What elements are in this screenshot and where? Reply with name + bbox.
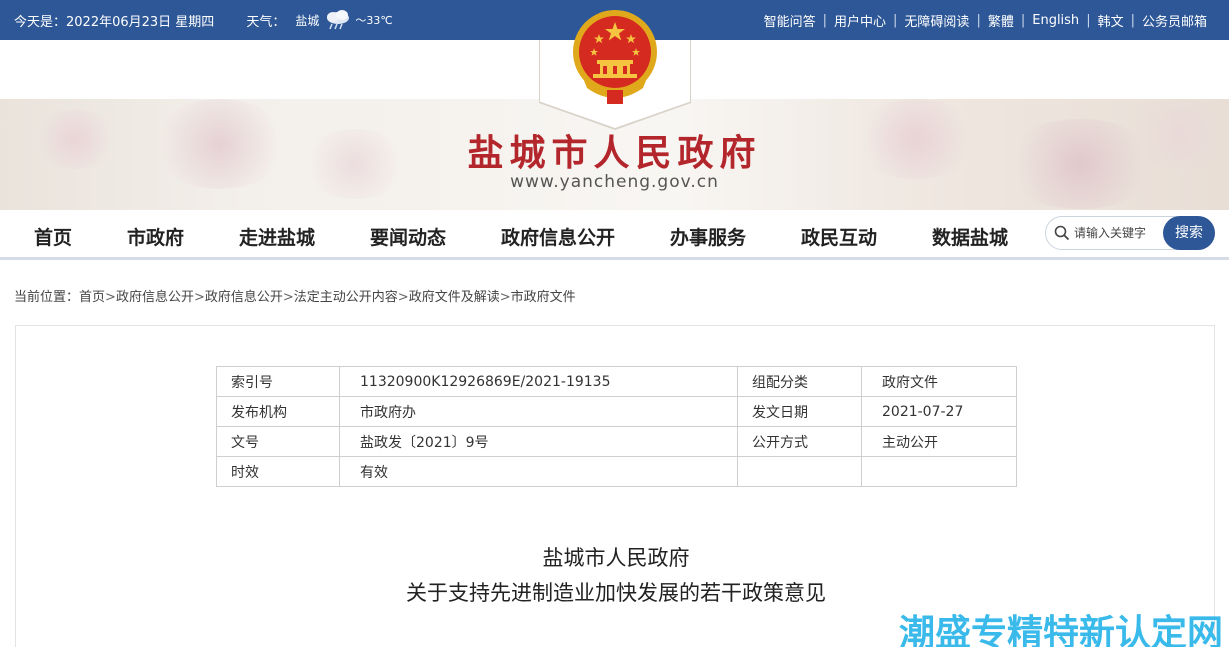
separator: |: [822, 12, 828, 28]
document-title-line1: 盐城市人民政府: [542, 546, 690, 570]
site-title: 盐城市人民政府: [467, 132, 762, 174]
main-nav: 首页 市政府 走进盐城 要闻动态 政府信息公开 办事服务 政民互动 数据盐城 搜…: [0, 210, 1229, 260]
top-links: 智能问答 | 用户中心 | 无障碍阅读 | 繁體 | English | 韩文 …: [764, 0, 1207, 40]
nav-item-city-government[interactable]: 市政府: [127, 223, 184, 250]
rain-cloud-icon: [323, 9, 353, 31]
link-english[interactable]: English: [1032, 13, 1079, 28]
separator: |: [1086, 12, 1091, 28]
separator: |: [1130, 12, 1135, 28]
meta-value: 政府文件: [861, 366, 1017, 397]
meta-key: 组配分类: [737, 366, 862, 397]
weather-city: 盐城: [295, 13, 320, 28]
search-input[interactable]: [1074, 223, 1166, 243]
meta-value: 2021-07-27: [861, 396, 1017, 427]
breadcrumb-separator: >: [397, 290, 409, 305]
search-icon: [1054, 225, 1070, 245]
nav-item-services[interactable]: 办事服务: [670, 223, 746, 250]
link-civil-servant-mail[interactable]: 公务员邮箱: [1142, 11, 1207, 30]
meta-key: 索引号: [216, 366, 340, 397]
search-button[interactable]: 搜索: [1163, 216, 1215, 250]
separator: |: [1020, 12, 1026, 28]
meta-key: 发文日期: [737, 396, 862, 427]
meta-key: 文号: [216, 426, 340, 457]
breadcrumb-prefix: 当前位置：: [14, 290, 80, 305]
search-box: 搜索: [1045, 216, 1215, 250]
site-domain: www.yancheng.gov.cn: [510, 172, 719, 192]
nav-item-data-yancheng[interactable]: 数据盐城: [932, 223, 1008, 250]
document-meta-table: 索引号 11320900K12926869E/2021-19135 组配分类 政…: [216, 366, 1017, 487]
link-traditional-chinese[interactable]: 繁體: [988, 11, 1014, 30]
link-accessibility[interactable]: 无障碍阅读: [904, 11, 969, 30]
breadcrumb-link[interactable]: 政府信息公开: [116, 290, 194, 305]
table-row: 索引号 11320900K12926869E/2021-19135 组配分类 政…: [216, 366, 1017, 397]
nav-item-interaction[interactable]: 政民互动: [801, 223, 877, 250]
date-text: 今天是：2022年06月23日 星期四: [14, 14, 215, 30]
breadcrumb: 当前位置：首页>政府信息公开>政府信息公开>法定主动公开内容>政府文件及解读>市…: [14, 286, 576, 305]
national-emblem-icon: [569, 8, 661, 108]
breadcrumb-link[interactable]: 市政府文件: [511, 290, 576, 305]
nav-item-explore-yancheng[interactable]: 走进盐城: [239, 223, 315, 250]
nav-item-home[interactable]: 首页: [34, 223, 72, 250]
meta-value-empty: [861, 456, 1017, 487]
meta-value: 主动公开: [861, 426, 1017, 457]
breadcrumb-link[interactable]: 政府信息公开: [205, 290, 283, 305]
meta-value: 11320900K12926869E/2021-19135: [339, 366, 738, 397]
separator: |: [976, 12, 981, 28]
meta-value: 市政府办: [339, 396, 738, 427]
breadcrumb-link[interactable]: 政府文件及解读: [409, 290, 500, 305]
meta-key: 时效: [216, 456, 340, 487]
table-row: 时效 有效: [216, 456, 1017, 487]
breadcrumb-link[interactable]: 首页: [79, 290, 105, 305]
nav-item-news[interactable]: 要闻动态: [370, 223, 446, 250]
table-row: 文号 盐政发〔2021〕9号 公开方式 主动公开: [216, 426, 1017, 457]
meta-key-empty: [737, 456, 862, 487]
top-bar-info: 今天是：2022年06月23日 星期四 天气： 盐城 ～33℃: [14, 0, 393, 40]
breadcrumb-separator: >: [282, 290, 294, 305]
link-smart-qa[interactable]: 智能问答: [764, 11, 816, 30]
separator: |: [893, 12, 898, 28]
breadcrumb-separator: >: [105, 290, 116, 305]
weather-temp: ～33℃: [355, 14, 393, 27]
document-title-line2: 关于支持先进制造业加快发展的若干政策意见: [406, 581, 826, 605]
meta-key: 公开方式: [737, 426, 862, 457]
breadcrumb-link[interactable]: 法定主动公开内容: [294, 290, 398, 305]
article-container: 索引号 11320900K12926869E/2021-19135 组配分类 政…: [15, 325, 1215, 647]
table-row: 发布机构 市政府办 发文日期 2021-07-27: [216, 396, 1017, 427]
watermark-text: 潮盛专精特新认定网: [898, 613, 1223, 647]
breadcrumb-separator: >: [499, 290, 511, 305]
weather-label: 天气：: [246, 14, 286, 30]
breadcrumb-separator: >: [193, 290, 205, 305]
nav-item-info-disclosure[interactable]: 政府信息公开: [501, 223, 615, 250]
meta-value: 有效: [339, 456, 738, 487]
link-user-center[interactable]: 用户中心: [834, 11, 886, 30]
meta-value: 盐政发〔2021〕9号: [339, 426, 738, 457]
link-korean[interactable]: 韩文: [1098, 11, 1124, 30]
meta-key: 发布机构: [216, 396, 340, 427]
